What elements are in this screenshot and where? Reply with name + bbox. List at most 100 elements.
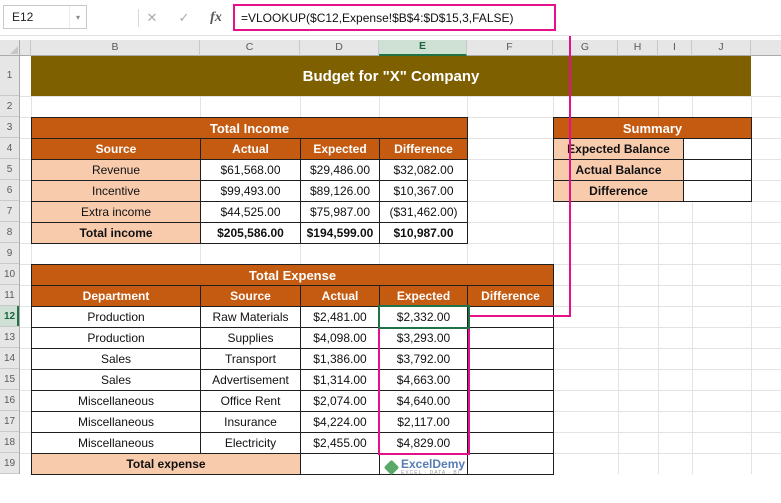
cell-C8[interactable]: $205,586.00 — [201, 223, 301, 244]
row-header-11[interactable]: 11 — [0, 285, 19, 306]
cell-B3[interactable]: Total Income — [32, 118, 468, 139]
insert-function-icon[interactable]: fx — [204, 0, 228, 36]
row-header-2[interactable]: 2 — [0, 96, 19, 117]
row-header-9[interactable]: 9 — [0, 243, 19, 264]
cell-F13[interactable] — [468, 328, 554, 349]
cell-B8[interactable]: Total income — [32, 223, 201, 244]
cell-D16[interactable]: $2,074.00 — [301, 391, 380, 412]
cell-C16[interactable]: Office Rent — [201, 391, 301, 412]
row-header-13[interactable]: 13 — [0, 327, 19, 348]
column-header-A[interactable] — [20, 40, 31, 56]
cell-C15[interactable]: Advertisement — [201, 370, 301, 391]
row-header-4[interactable]: 4 — [0, 138, 19, 159]
cell-D15[interactable]: $1,314.00 — [301, 370, 380, 391]
row-header-19[interactable]: 19 — [0, 453, 19, 474]
cell-D14[interactable]: $1,386.00 — [301, 349, 380, 370]
cell-E7[interactable]: ($31,462.00) — [380, 202, 468, 223]
cell-B18[interactable]: Miscellaneous — [32, 433, 201, 454]
row-header-15[interactable]: 15 — [0, 369, 19, 390]
cell-D6[interactable]: $89,126.00 — [301, 181, 380, 202]
cell-B13[interactable]: Production — [32, 328, 201, 349]
cell-B17[interactable]: Miscellaneous — [32, 412, 201, 433]
cell-B12[interactable]: Production — [32, 307, 201, 328]
row-header-7[interactable]: 7 — [0, 201, 19, 222]
column-header-D[interactable]: D — [300, 40, 379, 56]
cell-C13[interactable]: Supplies — [201, 328, 301, 349]
select-all-corner[interactable] — [0, 40, 20, 56]
cell-F17[interactable] — [468, 412, 554, 433]
cell-C11[interactable]: Source — [201, 286, 301, 307]
cell-C14[interactable]: Transport — [201, 349, 301, 370]
row-header-5[interactable]: 5 — [0, 159, 19, 180]
cell-E19[interactable] — [380, 454, 468, 475]
row-header-3[interactable]: 3 — [0, 117, 19, 138]
row-header-17[interactable]: 17 — [0, 411, 19, 432]
cell-D11[interactable]: Actual — [301, 286, 380, 307]
cell-D7[interactable]: $75,987.00 — [301, 202, 380, 223]
cell-E15[interactable]: $4,663.00 — [380, 370, 468, 391]
row-header-8[interactable]: 8 — [0, 222, 19, 243]
cell-B4[interactable]: Source — [32, 139, 201, 160]
cell-B14[interactable]: Sales — [32, 349, 201, 370]
cell-F16[interactable] — [468, 391, 554, 412]
cell-D12[interactable]: $2,481.00 — [301, 307, 380, 328]
column-header-H[interactable]: H — [618, 40, 658, 56]
cell-D5[interactable]: $29,486.00 — [301, 160, 380, 181]
column-header-E[interactable]: E — [379, 40, 467, 56]
cell-D19[interactable] — [301, 454, 380, 475]
column-header-C[interactable]: C — [200, 40, 300, 56]
cell-F19[interactable] — [468, 454, 554, 475]
cell-C5[interactable]: $61,568.00 — [201, 160, 301, 181]
cell-C7[interactable]: $44,525.00 — [201, 202, 301, 223]
column-header-I[interactable]: I — [658, 40, 692, 56]
cell-J5[interactable] — [684, 160, 752, 181]
cell-B15[interactable]: Sales — [32, 370, 201, 391]
cell-E11[interactable]: Expected — [380, 286, 468, 307]
cell-B7[interactable]: Extra income — [32, 202, 201, 223]
cell-G3[interactable]: Summary — [554, 118, 752, 139]
name-box-dropdown-icon[interactable]: ▾ — [69, 6, 86, 28]
cell-F18[interactable] — [468, 433, 554, 454]
cell-G6[interactable]: Difference — [554, 181, 684, 202]
name-box[interactable]: E12 ▾ — [3, 5, 87, 29]
cancel-icon[interactable]: ✕ — [140, 0, 164, 36]
cell-E12[interactable]: $2,332.00 — [380, 307, 468, 328]
cell-E8[interactable]: $10,987.00 — [380, 223, 468, 244]
row-header-16[interactable]: 16 — [0, 390, 19, 411]
cell-E6[interactable]: $10,367.00 — [380, 181, 468, 202]
cell-C6[interactable]: $99,493.00 — [201, 181, 301, 202]
cell-D8[interactable]: $194,599.00 — [301, 223, 380, 244]
cell-G4[interactable]: Expected Balance — [554, 139, 684, 160]
row-header-14[interactable]: 14 — [0, 348, 19, 369]
row-header-12[interactable]: 12 — [0, 306, 19, 327]
cell-E17[interactable]: $2,117.00 — [380, 412, 468, 433]
formula-input[interactable]: =VLOOKUP($C12,Expense!$B$4:$D$15,3,FALSE… — [235, 11, 514, 25]
cell-F14[interactable] — [468, 349, 554, 370]
cell-B5[interactable]: Revenue — [32, 160, 201, 181]
cell-F15[interactable] — [468, 370, 554, 391]
cell-E16[interactable]: $4,640.00 — [380, 391, 468, 412]
cell-E14[interactable]: $3,792.00 — [380, 349, 468, 370]
cell-F11[interactable]: Difference — [468, 286, 554, 307]
row-header-18[interactable]: 18 — [0, 432, 19, 453]
column-header-F[interactable]: F — [467, 40, 553, 56]
column-header-G[interactable]: G — [553, 40, 618, 56]
cell-B11[interactable]: Department — [32, 286, 201, 307]
cell-C12[interactable]: Raw Materials — [201, 307, 301, 328]
column-header-B[interactable]: B — [31, 40, 200, 56]
cell-B10[interactable]: Total Expense — [32, 265, 554, 286]
enter-icon[interactable]: ✓ — [172, 0, 196, 36]
row-header-1[interactable]: 1 — [0, 56, 19, 96]
cell-D18[interactable]: $2,455.00 — [301, 433, 380, 454]
row-header-6[interactable]: 6 — [0, 180, 19, 201]
cell-G5[interactable]: Actual Balance — [554, 160, 684, 181]
title-banner[interactable]: Budget for "X" Company — [31, 56, 751, 96]
cell-D17[interactable]: $4,224.00 — [301, 412, 380, 433]
cell-C17[interactable]: Insurance — [201, 412, 301, 433]
cell-J4[interactable] — [684, 139, 752, 160]
cell-B16[interactable]: Miscellaneous — [32, 391, 201, 412]
cell-E18[interactable]: $4,829.00 — [380, 433, 468, 454]
cell-J6[interactable] — [684, 181, 752, 202]
column-header-J[interactable]: J — [692, 40, 751, 56]
cell-C18[interactable]: Electricity — [201, 433, 301, 454]
